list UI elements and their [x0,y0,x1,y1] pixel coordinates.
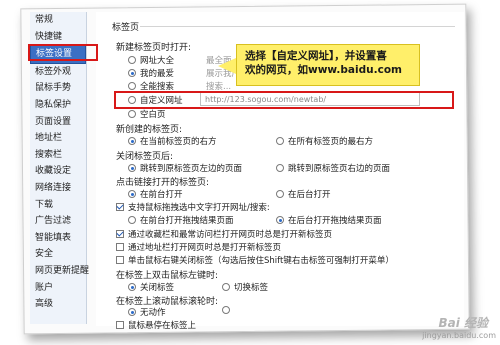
highlight-box-custom-url [114,91,454,109]
checkbox-hover-tab[interactable]: 鼠标悬停在标签上 [116,319,196,331]
option-label: 鼠标悬停在标签上 [128,321,197,331]
option-label: 单击鼠标右键关闭标签（勾选后按住Shift键右击标签可强制打开菜单） [128,256,394,266]
radio-button[interactable] [128,110,136,118]
radio-blank-page[interactable]: 空白页 [128,108,166,120]
radio-background[interactable]: 在后台打开 [276,188,331,200]
sidebar-item-security[interactable]: 安全 [30,246,86,263]
radio-close-tab[interactable]: 关闭标签 [128,281,174,293]
sidebar-item-shortcuts[interactable]: 快捷键 [30,29,86,46]
radio-jump-right[interactable]: 跳转到原标签页右边的页面 [276,162,390,174]
new-tab-position-heading: 新创建的标签页: [116,125,183,135]
sidebar-item-adblock[interactable]: 广告过滤 [30,213,86,230]
close-tab-heading: 关闭标签页后: [116,152,174,162]
checkbox-favorites-new-tab[interactable]: 通过收藏栏和最常访问栏打开网页时总是打开新标签页 [116,228,332,240]
checkbox-drag-search[interactable]: 支持鼠标拖拽选中文字打开网址/搜索: [116,201,270,213]
sidebar-item-favorites[interactable]: 收藏设定 [30,163,86,180]
radio-scroll-switch[interactable] [222,306,234,314]
radio-button[interactable] [276,216,284,224]
sidebar-item-autofill[interactable]: 智能填表 [30,230,86,247]
radio-button[interactable] [128,137,136,145]
sidebar-item-tab-appearance[interactable]: 标签外观 [30,64,86,81]
radio-switch-tab[interactable]: 切换标签 [222,281,268,293]
option-label: 网址大全 [140,56,175,66]
checkbox-address-new-tab[interactable]: 通过地址栏打开网页时总是打开新标签页 [116,241,281,253]
sidebar-item-privacy[interactable]: 隐私保护 [30,97,86,114]
callout-arrow [218,58,236,74]
highlight-box-sidebar [28,44,98,61]
option-label: 在前台打开 [140,190,183,200]
new-tab-heading: 新建标签页时打开: [116,43,192,53]
screenshot-stage: 常规 快捷键 标签设置 标签外观 鼠标手势 隐私保护 页面设置 地址栏 搜索栏 … [0,0,500,345]
sidebar-item-general[interactable]: 常规 [30,12,86,29]
double-click-heading: 在标签上双击鼠标左键时: [116,271,219,281]
radio-button[interactable] [128,164,136,172]
checkbox[interactable] [116,243,124,251]
checkbox[interactable] [116,256,124,264]
option-label: 在所有标签页的最右方 [288,137,374,147]
option-label: 通过地址栏打开网页时总是打开新标签页 [128,243,282,253]
radio-button[interactable] [128,216,136,224]
option-label: 空白页 [140,110,166,120]
watermark-url: jingyan.baidu.com [422,331,496,340]
option-label: 通过收藏栏和最常访问栏打开网页时总是打开新标签页 [128,230,333,240]
option-label: 我的最爱 [140,69,175,79]
radio-button[interactable] [128,69,136,77]
sidebar-item-account[interactable]: 账户 [30,280,86,297]
radio-foreground[interactable]: 在前台打开 [128,188,183,200]
option-label: 在当前标签页的右方 [140,137,217,147]
option-label: 切换标签 [234,283,269,293]
radio-button[interactable] [222,283,230,291]
sidebar-item-search-bar[interactable]: 搜索栏 [30,147,86,164]
radio-button[interactable] [276,190,284,198]
instruction-callout: 选择【自定义网址】，并设置喜 欢的网页，如www.baidu.com [236,44,420,86]
click-link-heading: 点击链接打开的标签页: [116,178,210,188]
checkbox[interactable] [116,203,124,211]
radio-right-of-current[interactable]: 在当前标签页的右方 [128,135,217,147]
radio-button[interactable] [276,164,284,172]
radio-button[interactable] [222,306,230,314]
radio-no-action[interactable]: 无动作 [128,306,166,318]
sidebar-item-address-bar[interactable]: 地址栏 [30,130,86,147]
option-label: 在后台打开拖拽结果页面 [288,216,382,226]
radio-button[interactable] [128,56,136,64]
watermark-logo: Bai 经验 [438,316,488,330]
sidebar-item-advanced[interactable]: 高级 [30,296,86,313]
callout-line-2: 欢的网页，如www.baidu.com [245,64,402,76]
section-divider [140,26,455,27]
option-label: 在后台打开 [288,190,331,200]
option-label: 跳转到原标签页左边的页面 [140,164,243,174]
section-title: 标签页 [112,23,140,33]
checkbox-right-click-close[interactable]: 单击鼠标右键关闭标签（勾选后按住Shift键右击标签可强制打开菜单） [116,254,394,266]
radio-drag-foreground[interactable]: 在前台打开拖拽结果页面 [128,214,234,226]
sidebar-item-mouse-gestures[interactable]: 鼠标手势 [30,80,86,97]
sidebar-item-network[interactable]: 网络连接 [30,180,86,197]
sidebar-item-download[interactable]: 下载 [30,197,86,214]
option-label: 在前台打开拖拽结果页面 [140,216,234,226]
option-label: 无动作 [140,308,166,318]
option-label: 关闭标签 [140,283,175,293]
sidebar-item-page-update[interactable]: 网页更新提醒 [30,263,89,280]
option-label: 支持鼠标拖拽选中文字打开网址/搜索: [128,203,270,213]
checkbox[interactable] [116,321,124,329]
radio-button[interactable] [128,308,136,316]
callout-line-1: 选择【自定义网址】，并设置喜 [245,50,387,62]
radio-button[interactable] [128,190,136,198]
radio-far-right[interactable]: 在所有标签页的最右方 [276,135,373,147]
radio-jump-left[interactable]: 跳转到原标签页左边的页面 [128,162,242,174]
radio-drag-background[interactable]: 在后台打开拖拽结果页面 [276,214,382,226]
sidebar-item-page-settings[interactable]: 页面设置 [30,114,86,131]
checkbox[interactable] [116,230,124,238]
option-label: 跳转到原标签页右边的页面 [288,164,391,174]
radio-button[interactable] [276,137,284,145]
radio-button[interactable] [128,283,136,291]
radio-button[interactable] [128,82,136,90]
